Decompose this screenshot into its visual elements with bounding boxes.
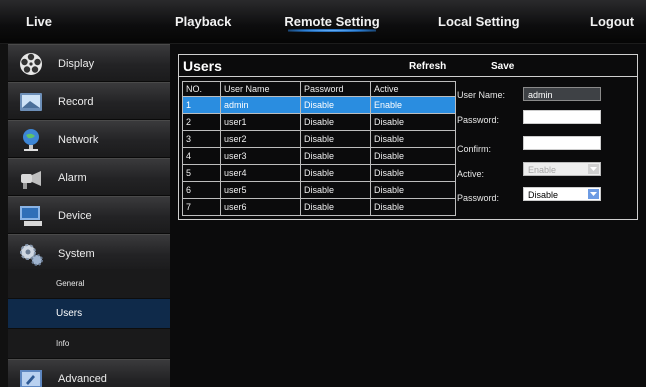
password-label: Password: — [457, 115, 500, 125]
table-row[interactable]: 7 user6 Disable Disable — [182, 198, 456, 216]
table-cell: user1 — [220, 113, 301, 131]
column-header: Password — [300, 81, 371, 97]
username-label: User Name: — [457, 90, 506, 100]
table-cell: Disable — [370, 113, 456, 131]
table-cell: Disable — [370, 198, 456, 216]
table-cell: Disable — [300, 198, 371, 216]
confirm-password-field[interactable] — [523, 136, 601, 150]
sidebar-item-label: System — [58, 248, 95, 260]
network-icon — [18, 127, 44, 153]
sidebar-item-label: Device — [58, 210, 92, 222]
table-cell: user3 — [220, 147, 301, 165]
sidebar-item-label: Advanced — [58, 373, 107, 385]
users-panel: Users Refresh Save NO. User Name Passwor… — [178, 54, 638, 220]
divider — [179, 76, 637, 77]
table-cell: 2 — [182, 113, 221, 131]
nav-playback[interactable]: Playback — [175, 0, 231, 44]
table-cell: Disable — [370, 147, 456, 165]
column-header: NO. — [182, 81, 221, 97]
sidebar-item-label: Record — [58, 96, 94, 108]
table-cell: admin — [220, 96, 301, 114]
alarm-icon — [18, 165, 44, 191]
sidebar-subitem-info[interactable]: Info — [8, 329, 170, 359]
active-tab-indicator — [288, 29, 376, 32]
advanced-icon — [18, 366, 44, 387]
active-select-value: Enable — [528, 165, 557, 175]
chevron-down-icon — [588, 164, 599, 174]
table-row[interactable]: 6 user5 Disable Disable — [182, 181, 456, 199]
sidebar-item-network[interactable]: Network — [8, 120, 170, 158]
nav-local-setting[interactable]: Local Setting — [438, 0, 520, 44]
sidebar-item-alarm[interactable]: Alarm — [8, 158, 170, 196]
password-select-value: Disable — [528, 190, 559, 200]
device-icon — [18, 203, 44, 229]
password-select[interactable]: Disable — [523, 187, 601, 201]
table-cell: user5 — [220, 181, 301, 199]
display-icon — [18, 51, 44, 77]
sidebar-subitem-users[interactable]: Users — [8, 299, 170, 329]
table-row[interactable]: 1 admin Disable Enable — [182, 96, 456, 114]
refresh-button[interactable]: Refresh — [409, 61, 446, 72]
top-navigation: Live Playback Remote Setting Local Setti… — [0, 0, 646, 44]
sidebar-item-advanced[interactable]: Advanced — [8, 359, 170, 387]
sidebar-item-system[interactable]: System — [8, 234, 170, 272]
table-cell: 3 — [182, 130, 221, 148]
table-cell: user4 — [220, 164, 301, 182]
table-cell: Enable — [370, 96, 456, 114]
nav-remote-setting[interactable]: Remote Setting — [280, 0, 384, 44]
confirm-label: Confirm: — [457, 144, 492, 154]
sidebar-subitem-label: Info — [56, 339, 70, 348]
sidebar-item-label: Network — [58, 134, 99, 146]
record-icon — [18, 89, 44, 115]
users-table: NO. User Name Password Active 1 admin Di… — [182, 81, 456, 216]
table-row[interactable]: 4 user3 Disable Disable — [182, 147, 456, 165]
table-cell: 5 — [182, 164, 221, 182]
save-button[interactable]: Save — [491, 61, 514, 72]
sidebar-item-record[interactable]: Record — [8, 82, 170, 120]
table-cell: 7 — [182, 198, 221, 216]
table-row[interactable]: 5 user4 Disable Disable — [182, 164, 456, 182]
nav-live[interactable]: Live — [26, 0, 52, 44]
sidebar-item-device[interactable]: Device — [8, 196, 170, 234]
active-label: Active: — [457, 169, 485, 179]
table-cell: Disable — [300, 181, 371, 199]
table-row[interactable]: 2 user1 Disable Disable — [182, 113, 456, 131]
column-header: User Name — [220, 81, 301, 97]
sidebar: Display Record Network Alarm Device Syst… — [0, 44, 170, 387]
table-cell: 4 — [182, 147, 221, 165]
table-cell: Disable — [300, 113, 371, 131]
sidebar-item-display[interactable]: Display — [8, 44, 170, 82]
table-cell: user6 — [220, 198, 301, 216]
sidebar-subitem-label: General — [56, 279, 85, 288]
chevron-down-icon — [588, 189, 599, 199]
sidebar-subitem-label: Users — [56, 308, 83, 319]
column-header: Active — [370, 81, 456, 97]
sidebar-item-label: Alarm — [58, 172, 87, 184]
nav-remote-setting-label: Remote Setting — [284, 14, 380, 29]
table-cell: user2 — [220, 130, 301, 148]
active-select[interactable]: Enable — [523, 162, 601, 176]
table-cell: Disable — [300, 147, 371, 165]
table-cell: Disable — [300, 164, 371, 182]
table-cell: Disable — [300, 130, 371, 148]
system-icon — [18, 241, 44, 267]
table-header-row: NO. User Name Password Active — [182, 81, 456, 97]
sidebar-subitem-general[interactable]: General — [8, 269, 170, 299]
table-cell: 1 — [182, 96, 221, 114]
table-cell: Disable — [370, 130, 456, 148]
username-field[interactable]: admin — [523, 87, 601, 101]
table-cell: Disable — [370, 164, 456, 182]
table-row[interactable]: 3 user2 Disable Disable — [182, 130, 456, 148]
page-title: Users — [183, 58, 222, 74]
table-cell: 6 — [182, 181, 221, 199]
nav-logout[interactable]: Logout — [590, 0, 634, 44]
sidebar-item-label: Display — [58, 58, 95, 70]
password-select-label: Password: — [457, 193, 500, 203]
password-field[interactable] — [523, 110, 601, 124]
table-cell: Disable — [300, 96, 371, 114]
table-cell: Disable — [370, 181, 456, 199]
